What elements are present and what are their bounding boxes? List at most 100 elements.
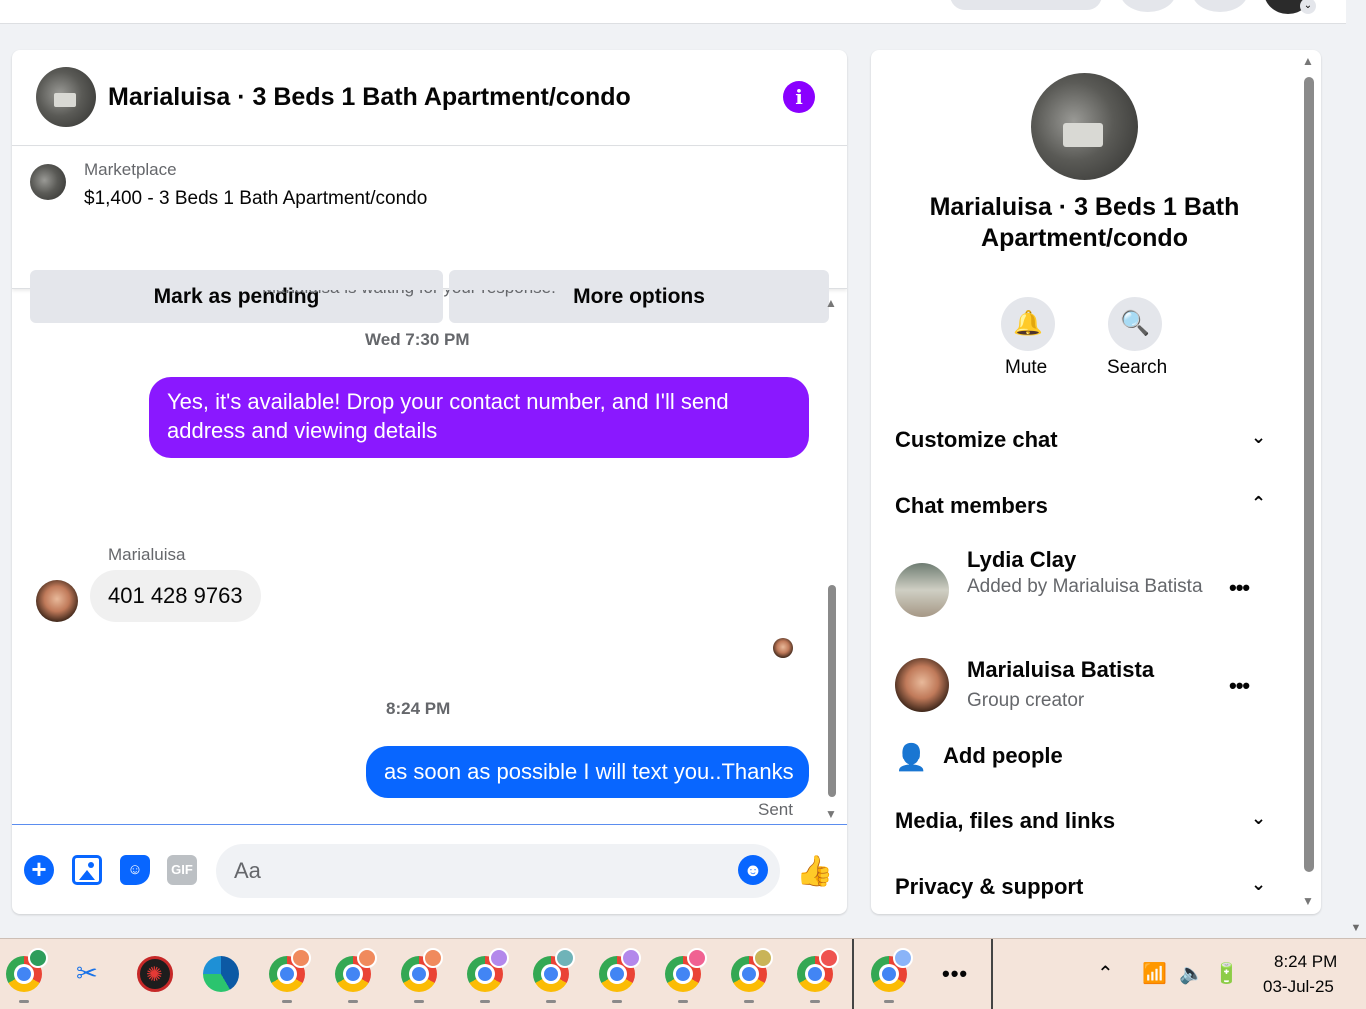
chat-header: Marialuisa · 3 Beds 1 Bath Apartment/con… bbox=[12, 50, 847, 146]
search-icon[interactable]: 🔍 bbox=[1108, 297, 1162, 351]
thumbs-up-icon[interactable]: 👍 bbox=[796, 855, 833, 888]
add-people-label: Add people bbox=[943, 743, 1063, 768]
media-files-links-section[interactable]: Media, files and links ⌄ bbox=[895, 808, 1271, 838]
conversation-title[interactable]: Marialuisa · 3 Beds 1 Bath Apartment/con… bbox=[108, 83, 631, 112]
plus-icon[interactable]: + bbox=[24, 855, 54, 885]
member-row[interactable]: Marialuisa Batista Group creator ••• bbox=[895, 655, 1275, 715]
customize-chat-section[interactable]: Customize chat ⌄ bbox=[895, 427, 1271, 457]
chrome-icon[interactable] bbox=[731, 948, 773, 992]
section-label: Media, files and links bbox=[895, 808, 1116, 833]
taskbar-divider bbox=[991, 939, 993, 1009]
privacy-support-section[interactable]: Privacy & support ⌄ bbox=[895, 874, 1271, 904]
running-indicator bbox=[884, 1000, 894, 1003]
clock-time[interactable]: 8:24 PM bbox=[1274, 952, 1337, 972]
sender-avatar[interactable] bbox=[36, 580, 78, 622]
scroll-up-arrow-icon[interactable]: ▲ bbox=[1302, 54, 1314, 68]
search-label[interactable]: Search bbox=[1107, 357, 1167, 379]
bell-icon[interactable]: 🔔 bbox=[1001, 297, 1055, 351]
taskbar-divider bbox=[852, 939, 854, 1009]
running-indicator bbox=[612, 1000, 622, 1003]
section-label: Customize chat bbox=[895, 427, 1058, 452]
running-indicator bbox=[744, 1000, 754, 1003]
chrome-icon[interactable] bbox=[467, 948, 509, 992]
section-label: Privacy & support bbox=[895, 874, 1084, 899]
chrome-icon[interactable] bbox=[533, 948, 575, 992]
conversation-info-panel: Marialuisa · 3 Beds 1 Bath Apartment/con… bbox=[871, 50, 1321, 914]
message-composer: + ☺ GIF ☻ 👍 bbox=[12, 824, 847, 914]
scroll-down-arrow-icon[interactable]: ▼ bbox=[1349, 922, 1363, 934]
message-list[interactable]: Marialuisa is waiting for your response.… bbox=[12, 290, 847, 824]
marketplace-listing-bar: Marketplace $1,400 - 3 Beds 1 Bath Apart… bbox=[12, 147, 847, 323]
chrome-icon[interactable] bbox=[797, 948, 839, 992]
running-indicator bbox=[414, 1000, 424, 1003]
notifications-circle-button[interactable] bbox=[1192, 0, 1248, 12]
conversation-avatar-large[interactable] bbox=[1031, 73, 1138, 180]
scroll-down-arrow-icon[interactable]: ▼ bbox=[825, 807, 837, 821]
clock-date[interactable]: 03-Jul-25 bbox=[1263, 977, 1334, 997]
member-name[interactable]: Lydia Clay bbox=[967, 547, 1076, 573]
emoji-icon[interactable]: ☻ bbox=[738, 855, 768, 885]
running-indicator bbox=[19, 1000, 29, 1003]
edge-icon[interactable] bbox=[203, 956, 239, 992]
chevron-up-icon: ⌃ bbox=[1251, 493, 1267, 513]
wifi-icon[interactable]: 📶 bbox=[1142, 961, 1167, 986]
scroll-up-arrow-icon[interactable]: ▲ bbox=[825, 296, 837, 310]
photo-icon[interactable] bbox=[72, 855, 102, 885]
conversation-avatar[interactable] bbox=[36, 67, 96, 127]
menu-circle-button[interactable] bbox=[1120, 0, 1176, 12]
gif-icon[interactable]: GIF bbox=[167, 855, 197, 885]
listing-thumbnail[interactable] bbox=[30, 164, 66, 200]
message-input[interactable] bbox=[216, 844, 780, 898]
section-label: Chat members bbox=[895, 493, 1048, 518]
chat-members-section[interactable]: Chat members ⌃ bbox=[895, 493, 1271, 523]
volume-icon[interactable]: 🔈 bbox=[1179, 961, 1204, 986]
member-avatar[interactable] bbox=[895, 658, 949, 712]
outgoing-message[interactable]: Yes, it's available! Drop your contact n… bbox=[149, 377, 809, 458]
windows-taskbar: ••• ⌃ 📶 🔈 🔋 8:24 PM 03-Jul-25 bbox=[0, 938, 1366, 1009]
member-subtitle: Added by Marialuisa Batista bbox=[967, 576, 1203, 597]
chrome-icon[interactable] bbox=[401, 948, 443, 992]
info-icon[interactable]: i bbox=[783, 81, 815, 113]
listing-title[interactable]: $1,400 - 3 Beds 1 Bath Apartment/condo bbox=[84, 188, 427, 210]
add-person-icon: 👤 bbox=[895, 742, 928, 772]
running-indicator bbox=[348, 1000, 358, 1003]
chevron-down-icon: ⌄ bbox=[1251, 808, 1267, 828]
scroll-down-arrow-icon[interactable]: ▼ bbox=[1302, 894, 1314, 908]
chrome-icon[interactable] bbox=[871, 948, 913, 992]
sticker-icon[interactable]: ☺ bbox=[120, 855, 150, 885]
member-avatar[interactable] bbox=[895, 563, 949, 617]
battery-icon[interactable]: 🔋 bbox=[1214, 961, 1239, 986]
chrome-icon[interactable] bbox=[599, 948, 641, 992]
running-indicator bbox=[546, 1000, 556, 1003]
more-apps-icon[interactable]: ••• bbox=[942, 961, 968, 987]
member-subtitle: Group creator bbox=[967, 690, 1085, 711]
profile-badge-icon bbox=[819, 948, 839, 968]
member-row[interactable]: Lydia Clay Added by Marialuisa Batista •… bbox=[895, 545, 1275, 635]
chrome-icon[interactable] bbox=[6, 948, 48, 992]
more-options-icon[interactable]: ••• bbox=[1229, 575, 1250, 601]
add-people-button[interactable]: 👤 Add people bbox=[895, 740, 1145, 774]
more-options-icon[interactable]: ••• bbox=[1229, 673, 1250, 699]
chevron-down-icon: ⌄ bbox=[1251, 427, 1267, 447]
chrome-icon[interactable] bbox=[665, 948, 707, 992]
mute-label[interactable]: Mute bbox=[1005, 357, 1047, 379]
info-scrollbar-thumb[interactable] bbox=[1304, 77, 1314, 872]
top-bar: ⌄ bbox=[0, 0, 1346, 24]
waiting-notice: Marialuisa is waiting for your response. bbox=[262, 290, 556, 298]
chevron-up-icon[interactable]: ⌃ bbox=[1097, 961, 1114, 986]
member-name[interactable]: Marialuisa Batista bbox=[967, 657, 1154, 683]
chrome-icon[interactable] bbox=[269, 948, 311, 992]
antivirus-icon[interactable] bbox=[137, 956, 173, 992]
outgoing-message[interactable]: as soon as possible I will text you..Tha… bbox=[366, 746, 809, 798]
running-indicator bbox=[480, 1000, 490, 1003]
chat-scrollbar-thumb[interactable] bbox=[828, 585, 836, 797]
message-timestamp: 8:24 PM bbox=[386, 699, 451, 718]
incoming-message[interactable]: 401 428 9763 bbox=[90, 570, 261, 622]
chrome-icon[interactable] bbox=[335, 948, 377, 992]
running-indicator bbox=[810, 1000, 820, 1003]
listing-source: Marketplace bbox=[84, 160, 177, 179]
message-timestamp: Wed 7:30 PM bbox=[365, 330, 470, 349]
snipping-tool-icon[interactable] bbox=[72, 956, 108, 992]
top-bar-pill[interactable] bbox=[950, 0, 1102, 10]
chevron-down-icon[interactable]: ⌄ bbox=[1300, 0, 1316, 14]
